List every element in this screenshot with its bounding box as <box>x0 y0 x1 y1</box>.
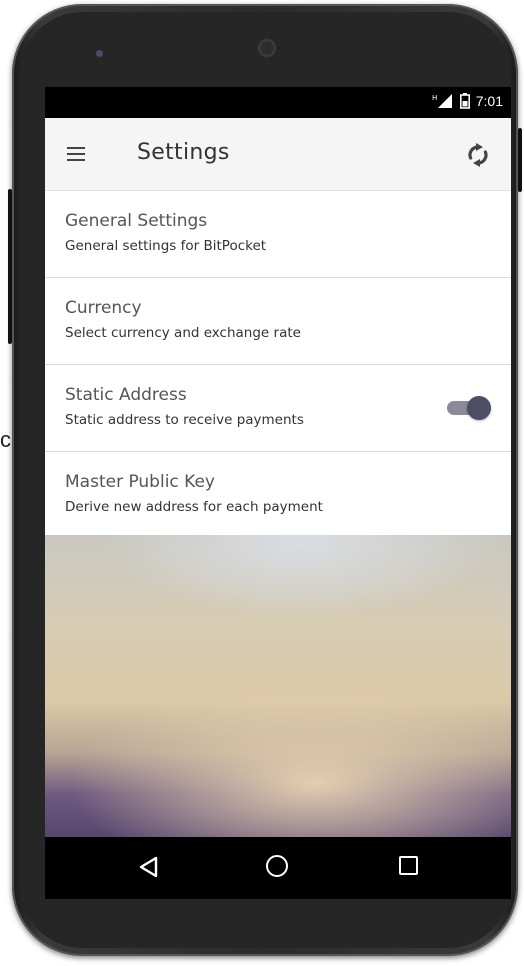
settings-item-subtitle: Derive new address for each payment <box>65 499 323 515</box>
signal-icon: H <box>432 94 452 108</box>
toggle-thumb <box>467 396 491 420</box>
settings-item-subtitle: General settings for BitPocket <box>65 238 267 254</box>
status-icons: H 7:01 <box>432 93 503 109</box>
battery-icon <box>459 93 470 109</box>
front-camera <box>258 39 276 57</box>
phone-screen: H 7:01 Settings General Settings General… <box>45 87 511 899</box>
settings-item-static-address[interactable]: Static Address Static address to receive… <box>45 365 511 452</box>
settings-item-title: Currency <box>65 298 142 318</box>
settings-list: General Settings General settings for Bi… <box>45 191 511 536</box>
settings-item-title: Static Address <box>65 385 187 405</box>
hamburger-line <box>67 159 85 161</box>
volume-button[interactable] <box>8 189 12 344</box>
settings-item-title: General Settings <box>65 211 208 231</box>
back-triangle-icon <box>139 856 158 878</box>
power-button[interactable] <box>518 128 522 192</box>
refresh-button[interactable] <box>463 140 493 170</box>
recents-button[interactable] <box>399 856 418 875</box>
settings-item-subtitle: Select currency and exchange rate <box>65 325 301 341</box>
wallpaper-background <box>45 535 511 837</box>
hamburger-menu-icon <box>67 147 85 149</box>
svg-text:H: H <box>432 94 437 102</box>
page-title: Settings <box>137 140 230 165</box>
status-bar: H 7:01 <box>45 87 511 118</box>
settings-item-master-public-key[interactable]: Master Public Key Derive new address for… <box>45 452 511 536</box>
settings-item-title: Master Public Key <box>65 472 215 492</box>
hamburger-line <box>67 153 85 155</box>
navigation-bar <box>45 837 511 899</box>
phone-frame: H 7:01 Settings General Settings General… <box>8 4 522 956</box>
settings-item-subtitle: Static address to receive payments <box>65 412 304 428</box>
static-address-toggle[interactable] <box>445 395 493 421</box>
app-bar: Settings <box>45 118 511 191</box>
home-button[interactable] <box>266 855 288 877</box>
hamburger-menu-button[interactable] <box>67 140 95 168</box>
front-sensor <box>96 50 103 57</box>
settings-item-currency[interactable]: Currency Select currency and exchange ra… <box>45 278 511 365</box>
refresh-icon <box>468 143 488 167</box>
back-button[interactable] <box>137 855 161 879</box>
status-time: 7:01 <box>475 93 503 109</box>
settings-item-general[interactable]: General Settings General settings for Bi… <box>45 191 511 278</box>
